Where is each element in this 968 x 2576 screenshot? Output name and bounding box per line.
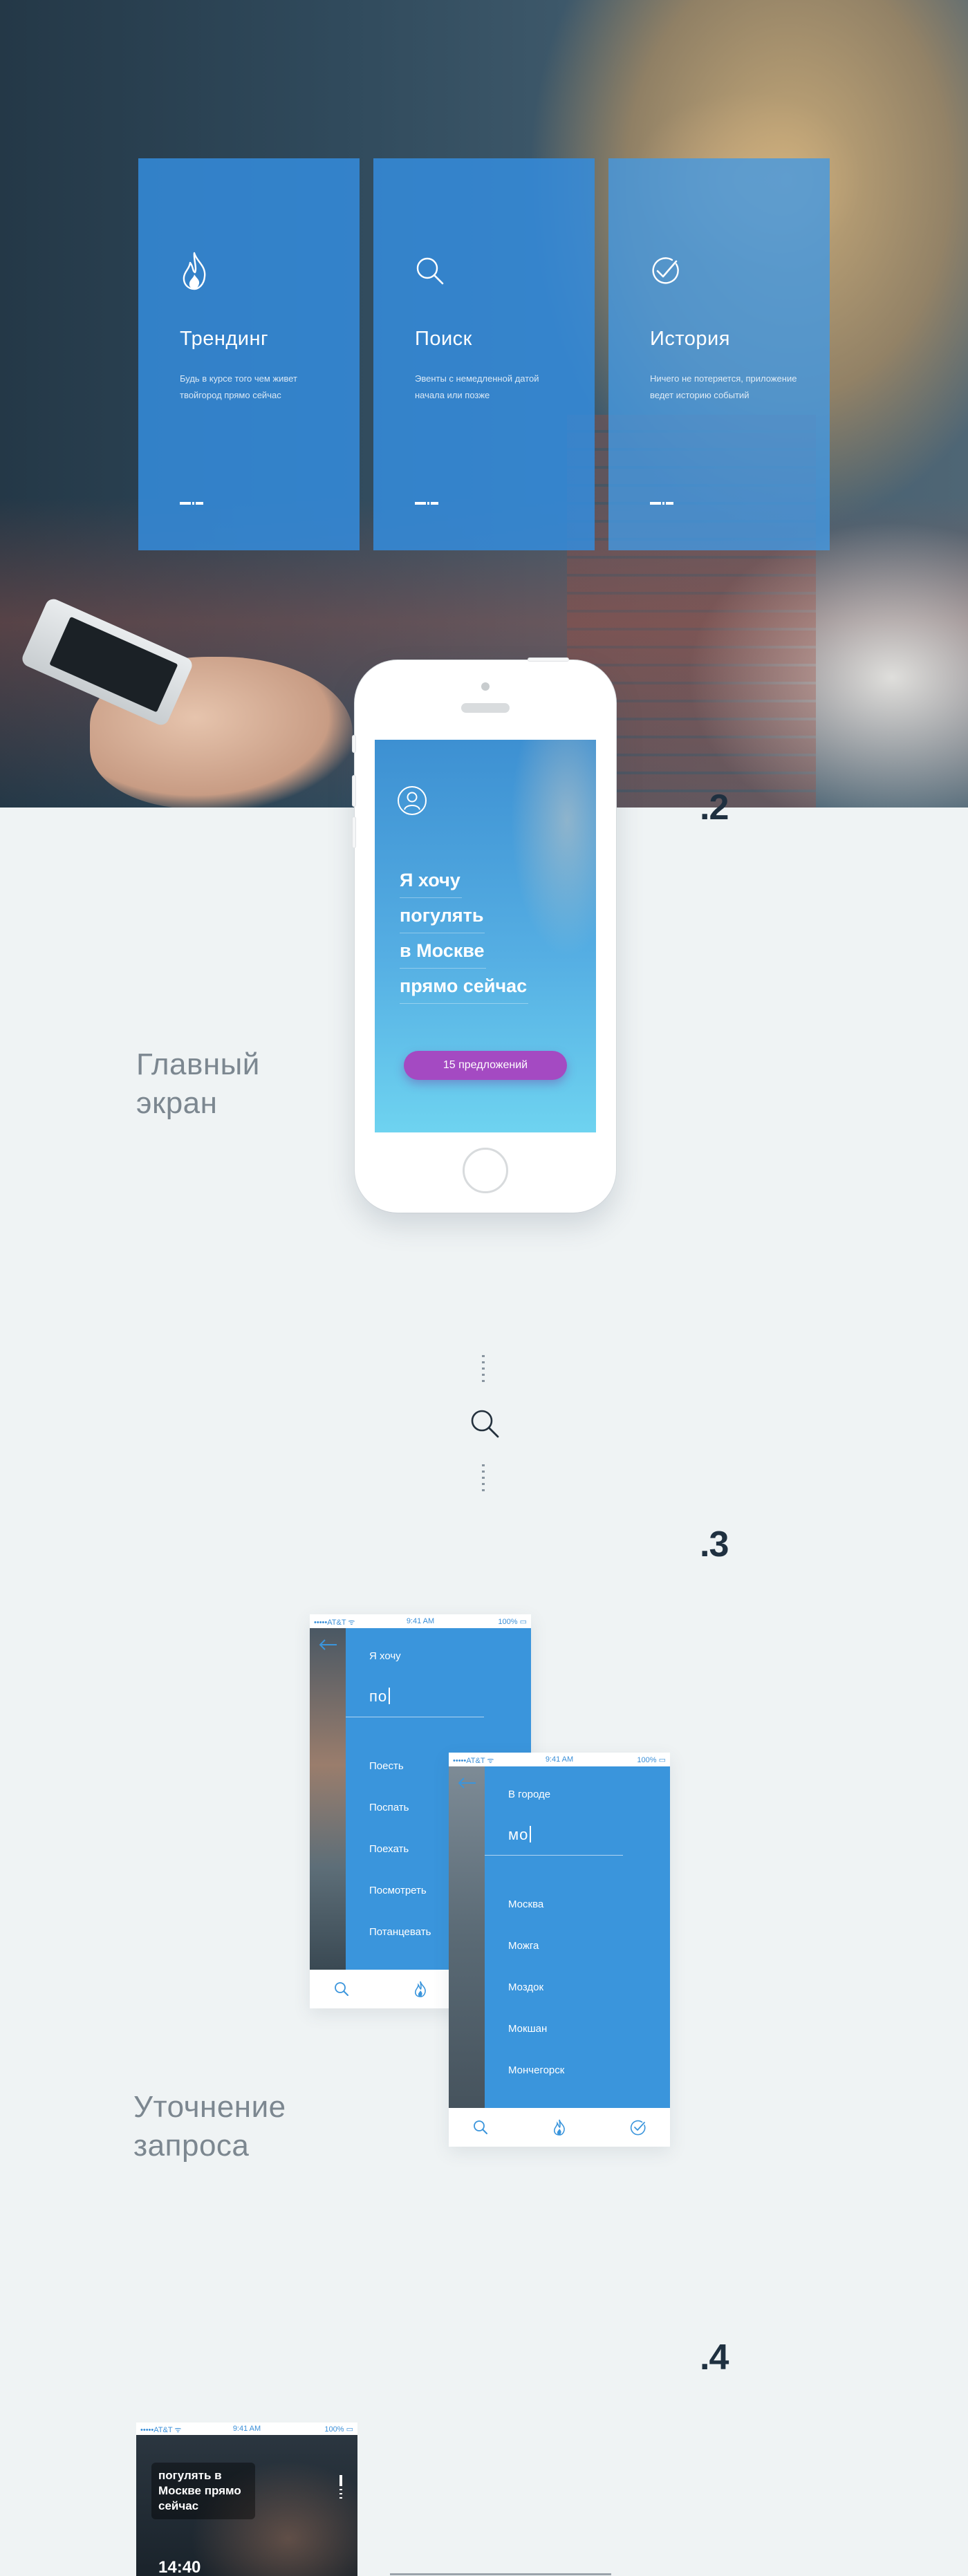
headline-line: в Москве <box>400 933 486 969</box>
feature-title: История <box>650 328 730 350</box>
pagination-dots <box>650 502 673 505</box>
phone-volume-up <box>352 775 356 807</box>
flame-icon[interactable] <box>412 1981 429 1997</box>
feature-description: Будь в курсе того чем живет твойгород пр… <box>180 373 297 400</box>
phone-volume-down <box>352 816 356 848</box>
phone-mute-switch <box>352 735 356 753</box>
feature-card-history[interactable]: История Ничего не потеряется, приложение… <box>608 158 830 550</box>
suggestion-list: Поесть Поспать Поехать Посмотреть Потанц… <box>369 1760 431 1967</box>
feature-description: Ничего не потеряется, приложение ведет и… <box>650 373 797 400</box>
feature-title: Поиск <box>415 328 472 350</box>
section-label-line: экран <box>136 1086 218 1120</box>
main-screen: Я хочу погулять в Москве прямо сейчас 15… <box>375 740 596 1132</box>
headline: Я хочу погулять в Москве прямо сейчас <box>400 863 593 1004</box>
suggestion-item[interactable]: Потанцевать <box>369 1925 431 1967</box>
event-query-tag: погулять в Москве прямо сейчас <box>151 2463 255 2519</box>
search-icon <box>416 257 444 285</box>
divider-line <box>390 2573 611 2575</box>
suggestion-item[interactable]: Мончегорск <box>508 2064 564 2105</box>
headline-line: прямо сейчас <box>400 969 529 1004</box>
background-photo <box>310 1628 346 1970</box>
feature-card-trending[interactable]: Трендинг Будь в курсе того чем живет тво… <box>138 158 360 550</box>
flame-icon[interactable] <box>551 2119 568 2136</box>
section-number: .4 <box>700 2337 729 2378</box>
query-input[interactable]: по <box>369 1688 390 1706</box>
status-battery: 100% ▭ <box>324 2425 353 2434</box>
phone-speaker <box>461 703 510 713</box>
feature-title: Трендинг <box>180 328 269 350</box>
headline-line: Я хочу <box>400 863 462 898</box>
search-icon[interactable] <box>472 2119 489 2136</box>
status-battery: 100% ▭ <box>637 1756 666 1764</box>
search-icon <box>471 1410 499 1438</box>
phone-camera <box>481 682 490 691</box>
feature-card-search[interactable]: Поиск Эвенты с немедленной датой начала … <box>373 158 595 550</box>
check-circle-icon <box>652 257 679 284</box>
event-screen: •••••AT&T ᯤ 9:41 AM 100% ▭ погулять в Мо… <box>136 2423 357 2576</box>
phone-mockup: Я хочу погулять в Москве прямо сейчас 15… <box>352 657 616 1213</box>
divider-dots-bottom <box>482 1464 485 1492</box>
section-label: Уточнение запроса <box>133 2088 286 2165</box>
back-arrow-icon[interactable] <box>318 1638 339 1652</box>
suggestion-list: Москва Можга Моздок Мокшан Мончегорск <box>508 1898 564 2105</box>
query-prompt: В городе <box>508 1789 551 1800</box>
headline-line: погулять <box>400 898 485 933</box>
suggestion-item[interactable]: Поехать <box>369 1842 431 1884</box>
search-icon[interactable] <box>333 1981 350 1997</box>
profile-icon[interactable] <box>397 785 427 816</box>
status-bar: •••••AT&T ᯤ 9:41 AM 100% ▭ <box>136 2423 357 2435</box>
query-prompt: Я хочу <box>369 1650 401 1662</box>
pagination-dots <box>415 502 438 505</box>
offers-button[interactable]: 15 предложений <box>404 1051 567 1080</box>
pagination-dots <box>339 2475 342 2503</box>
status-bar: •••••AT&T ᯤ 9:41 AM 100% ▭ <box>310 1614 531 1628</box>
check-circle-icon[interactable] <box>630 2119 646 2136</box>
feature-description: Эвенты с немедленной датой начала или по… <box>415 373 539 400</box>
phone-home-button <box>463 1148 508 1193</box>
suggestion-item[interactable]: Мокшан <box>508 2022 564 2064</box>
tab-bar <box>449 2108 670 2147</box>
query-screen-city: •••••AT&T ᯤ 9:41 AM 100% ▭ В городе мо М… <box>449 1753 670 2147</box>
phone-power-button <box>528 657 569 662</box>
flame-icon <box>183 252 206 290</box>
back-arrow-icon[interactable] <box>457 1776 478 1790</box>
suggestion-item[interactable]: Можга <box>508 1939 564 1981</box>
section-number: .2 <box>700 787 729 828</box>
status-bar: •••••AT&T ᯤ 9:41 AM 100% ▭ <box>449 1753 670 1766</box>
suggestion-item[interactable]: Поспать <box>369 1801 431 1842</box>
suggestion-item[interactable]: Посмотреть <box>369 1884 431 1925</box>
section-label-line: Главный <box>136 1047 260 1081</box>
suggestion-item[interactable]: Москва <box>508 1898 564 1939</box>
event-time: 14:40 <box>158 2558 201 2576</box>
section-number: .3 <box>700 1524 729 1565</box>
section-label-line: Уточнение <box>133 2090 286 2124</box>
divider-dots-top <box>482 1355 485 1383</box>
background-photo <box>449 1766 485 2108</box>
status-battery: 100% ▭ <box>498 1618 527 1626</box>
query-input[interactable]: мо <box>508 1826 531 1844</box>
suggestion-item[interactable]: Моздок <box>508 1981 564 2022</box>
query-panel: В городе мо Москва Можга Моздок Мокшан М… <box>485 1766 670 2108</box>
suggestion-item[interactable]: Поесть <box>369 1760 431 1801</box>
input-underline <box>485 1855 623 1856</box>
section-label: Главный экран <box>136 1045 260 1123</box>
section-label-line: запроса <box>133 2129 250 2163</box>
pagination-dots <box>180 502 203 505</box>
